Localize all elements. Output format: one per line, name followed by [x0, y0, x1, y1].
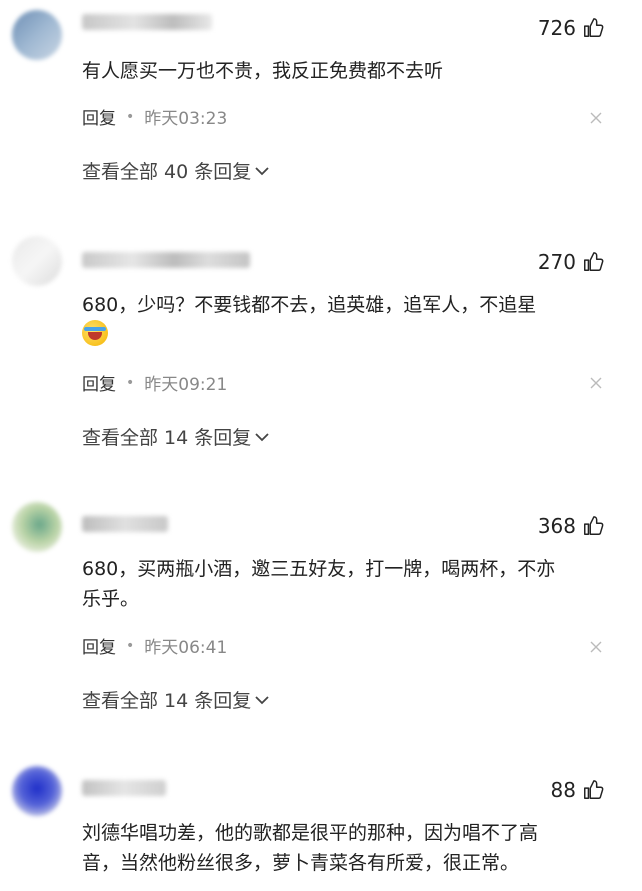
comment-text: 680，少吗？不要钱都不去，追英雄，追军人，不追星 [82, 294, 537, 316]
view-all-replies-button[interactable]: 查看全部 14 条回复 [82, 423, 269, 450]
comment-time: 昨天03:23 [144, 109, 228, 129]
view-all-replies-button[interactable]: 查看全部 40 条回复 [82, 157, 269, 184]
username[interactable] [82, 516, 168, 532]
username[interactable] [82, 252, 250, 268]
view-all-replies-label: 查看全部 40 条回复 [82, 161, 252, 183]
view-all-replies-label: 查看全部 14 条回复 [82, 690, 252, 712]
avatar[interactable] [12, 502, 62, 552]
comment-time: 昨天06:41 [144, 638, 228, 658]
thumbs-up-icon [584, 516, 604, 535]
like-count: 270 [537, 250, 576, 274]
username[interactable] [82, 780, 166, 796]
comment-text-line: 乐乎。 [82, 588, 140, 610]
avatar[interactable] [12, 236, 62, 286]
comment-meta: 回复 • 昨天03:23 [82, 104, 228, 130]
avatar[interactable] [12, 10, 62, 60]
comment-meta: 回复 • 昨天09:21 [82, 370, 228, 396]
thumbs-up-icon [584, 780, 604, 799]
like-button[interactable]: 270 [538, 250, 604, 274]
comment-meta: 回复 • 昨天06:41 [82, 633, 228, 659]
like-count: 726 [537, 16, 576, 40]
comment-text-line: 680，买两瓶小酒，邀三五好友，打一牌，喝两杯，不亦 [82, 558, 556, 580]
comment-text: 刘德华唱功差，他的歌都是很平的那种，因为唱不了高 音，当然他粉丝很多，萝卜青菜各… [82, 818, 602, 878]
chevron-down-icon [255, 166, 269, 175]
laughing-crying-emoji-icon [82, 320, 108, 346]
like-count: 368 [537, 514, 576, 538]
reply-button[interactable]: 回复 [82, 370, 116, 395]
view-all-replies-button[interactable]: 查看全部 14 条回复 [82, 686, 269, 713]
chevron-down-icon [255, 695, 269, 704]
thumbs-up-icon [584, 18, 604, 37]
username[interactable] [82, 14, 212, 30]
view-all-replies-label: 查看全部 14 条回复 [82, 427, 252, 449]
comment-text-line: 音，当然他粉丝很多，萝卜青菜各有所爱，很正常。 [82, 852, 520, 874]
close-icon[interactable] [590, 641, 602, 653]
thumbs-up-icon [584, 252, 604, 271]
separator-dot: • [126, 637, 135, 654]
avatar[interactable] [12, 766, 62, 816]
separator-dot: • [126, 108, 135, 125]
like-button[interactable]: 88 [551, 778, 604, 802]
chevron-down-icon [255, 432, 269, 441]
like-button[interactable]: 726 [538, 16, 604, 40]
reply-button[interactable]: 回复 [82, 633, 116, 658]
reply-button[interactable]: 回复 [82, 104, 116, 129]
comment-text: 680，买两瓶小酒，邀三五好友，打一牌，喝两杯，不亦 乐乎。 [82, 554, 602, 614]
comment-time: 昨天09:21 [144, 375, 228, 395]
like-count: 88 [550, 778, 576, 802]
like-button[interactable]: 368 [538, 514, 604, 538]
close-icon[interactable] [590, 112, 602, 124]
separator-dot: • [126, 374, 135, 391]
comment-text-line: 刘德华唱功差，他的歌都是很平的那种，因为唱不了高 [82, 822, 539, 844]
comment-text: 有人愿买一万也不贵，我反正免费都不去听 [82, 60, 444, 82]
close-icon[interactable] [590, 377, 602, 389]
